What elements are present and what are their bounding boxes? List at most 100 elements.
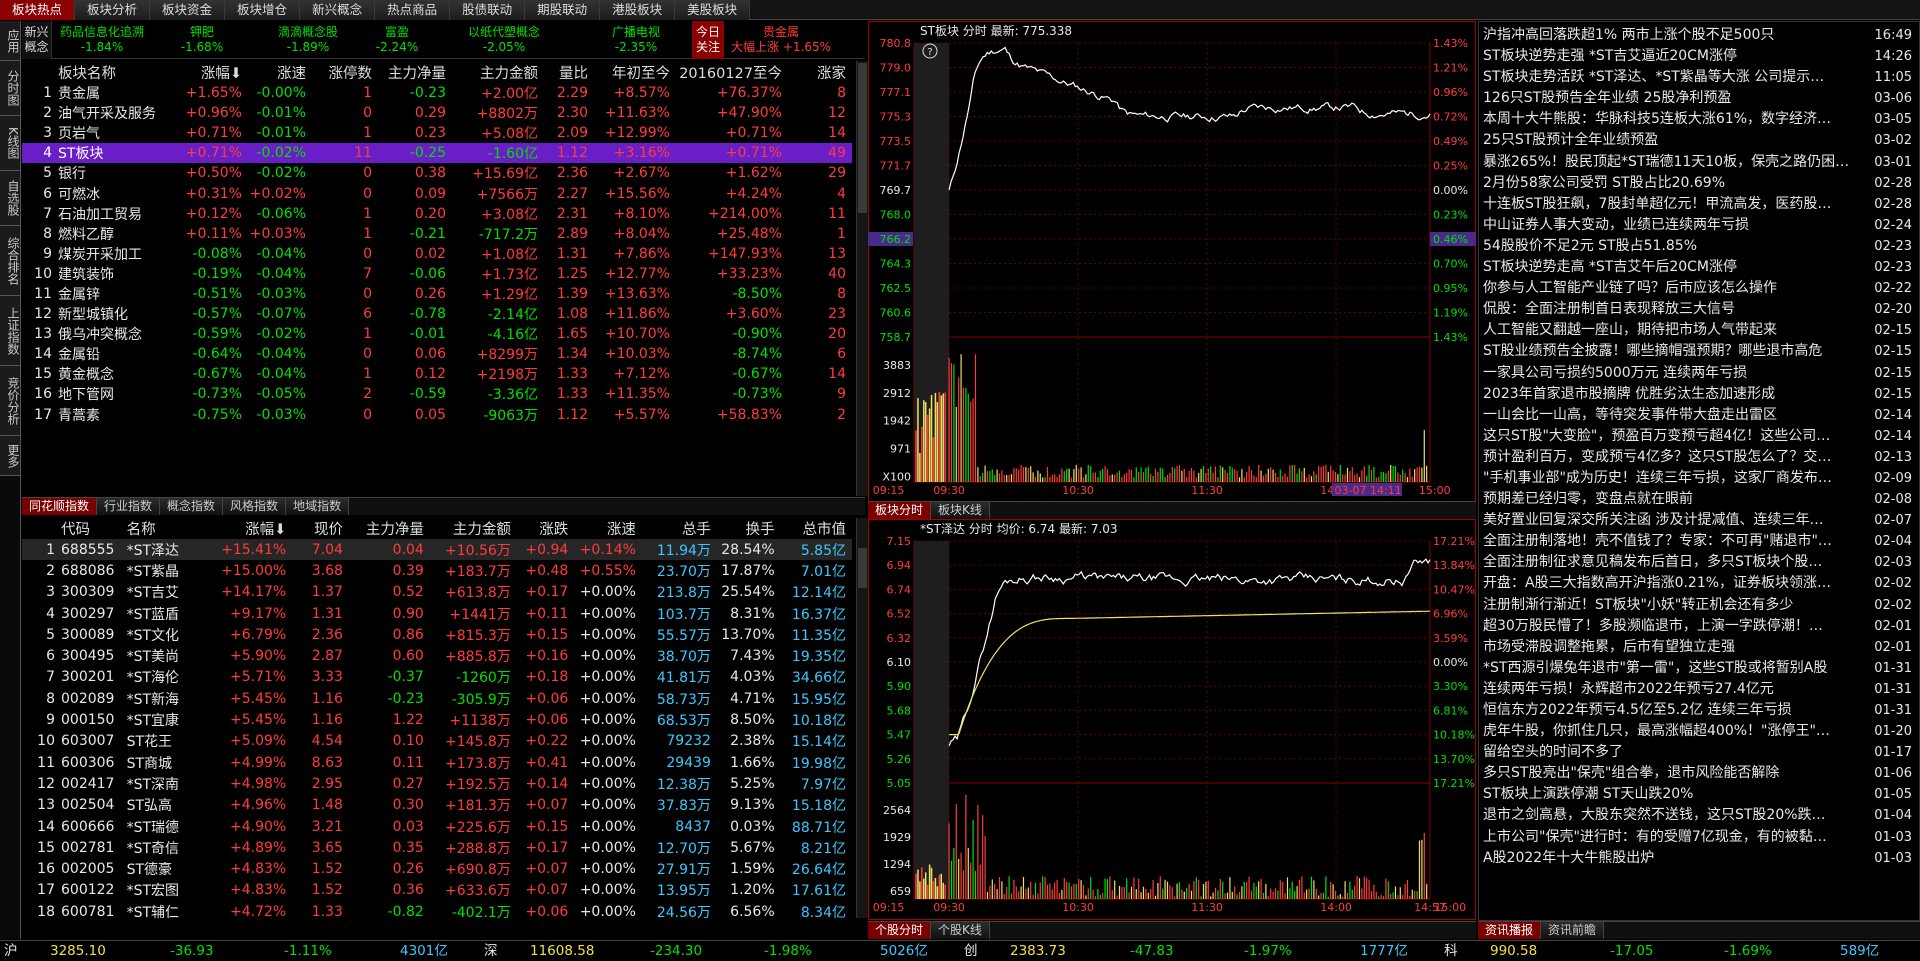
stock-col-10[interactable]: 换手 bbox=[717, 518, 781, 539]
news-item[interactable]: 一家具公司亏损约5000万元 连续两年亏损 02-15 bbox=[1479, 363, 1920, 384]
news-item[interactable]: 恒信东方2022年预亏4.5亿至5.2亿 连续三年亏损 01-31 bbox=[1479, 700, 1920, 721]
news-item[interactable]: "手机事业部"成为历史！连续三年亏损，这家厂商发布… 02-09 bbox=[1479, 468, 1920, 489]
stock-col-5[interactable]: 主力净量 bbox=[349, 518, 430, 539]
plate-row[interactable]: 13 俄乌冲突概念 -0.59% -0.02% 1 -0.01 -4.16亿 1.65 +10.… bbox=[22, 324, 852, 344]
news-item[interactable]: 2月份58家公司受罚 ST股占比20.69% 02-28 bbox=[1479, 173, 1920, 194]
news-item[interactable]: ST板块逆势走高 *ST吉艾午后20CM涨停 02-23 bbox=[1479, 257, 1920, 278]
plate-col-7[interactable]: 量比 bbox=[544, 61, 594, 83]
focus-label[interactable]: 今日关注 bbox=[692, 21, 724, 59]
plate-scrollbar[interactable] bbox=[856, 61, 868, 496]
news-item[interactable]: 2023年首家退市股摘牌 优胜劣汰生态加速形成 02-15 bbox=[1479, 384, 1920, 405]
concept-item[interactable]: 以纸代塑概念 -2.05% bbox=[434, 21, 574, 59]
stock-scrollbar[interactable] bbox=[856, 518, 868, 918]
left-nav-item-3[interactable]: 自选股 bbox=[0, 171, 20, 226]
news-item[interactable]: 本周十大牛熊股：华脉科技5连板大涨61%，数字经济… 03-05 bbox=[1479, 109, 1920, 130]
chart1Tabs-0[interactable]: 板块分时 bbox=[868, 502, 932, 519]
stock-row[interactable]: 1 688555 *ST泽达 +15.41% 7.04 0.04 +10.56万 +0.94 +… bbox=[22, 539, 852, 561]
stock-col-11[interactable]: 总市值 bbox=[781, 518, 852, 539]
news-item[interactable]: ST板块走势活跃 *ST泽达、*ST紫晶等大涨 公司提示… 11:05 bbox=[1479, 67, 1920, 88]
plate-row[interactable]: 5 银行 +0.50% -0.02% 0 0.38 +15.69亿 2.36 +2.67% +1.… bbox=[22, 163, 852, 183]
plate-intraday-chart[interactable]: ST板块 分时 最新: 775.338 780.8 1.43% 779.0 1.21% 7… bbox=[868, 21, 1476, 502]
news-item[interactable]: 多只ST股亮出"保壳"组合拳，退市风险能否解除 01-06 bbox=[1479, 763, 1920, 784]
stock-col-8[interactable]: 涨速 bbox=[574, 518, 642, 539]
top-tab-6[interactable]: 股债联动 bbox=[450, 0, 526, 20]
news-item[interactable]: 25只ST股预计全年业绩预盈 03-02 bbox=[1479, 130, 1920, 151]
news-item[interactable]: 126只ST股预告全年业绩 25股净利预盈 03-06 bbox=[1479, 88, 1920, 109]
news-item[interactable]: 预期差已经归零，变盘点就在眼前 02-08 bbox=[1479, 489, 1920, 510]
news-item[interactable]: ST股业绩预告全披露！哪些摘帽强预期？哪些退市高危 02-15 bbox=[1479, 341, 1920, 362]
concept-item[interactable]: 滴滴概念股 -1.89% bbox=[258, 21, 358, 59]
news-item[interactable]: A股2022年十大牛熊股出炉 01-03 bbox=[1479, 848, 1920, 869]
index-tab-0[interactable]: 同花顺指数 bbox=[22, 498, 98, 515]
top-tab-5[interactable]: 热点商品 bbox=[375, 0, 451, 20]
index-tab-3[interactable]: 风格指数 bbox=[223, 498, 287, 515]
plate-col-5[interactable]: 主力净量 bbox=[378, 61, 452, 83]
stock-col-9[interactable]: 总手 bbox=[642, 518, 717, 539]
top-tab-4[interactable]: 新兴概念 bbox=[300, 0, 376, 20]
plate-row[interactable]: 7 石油加工贸易 +0.12% -0.06% 1 0.20 +3.08亿 2.31 +8.10%… bbox=[22, 204, 852, 224]
plate-row[interactable]: 2 油气开采及服务 +0.96% -0.01% 0 0.29 +8802万 2.30 +11.6… bbox=[22, 103, 852, 123]
news-item[interactable]: 开盘：A股三大指数高开沪指涨0.21%，证券板块领涨… 02-02 bbox=[1479, 573, 1920, 594]
plate-col-2[interactable]: 涨幅⬇ bbox=[168, 61, 248, 83]
news-item[interactable]: 虎年牛股，你抓住几只，最高涨幅超400%！"涨停王"… 01-20 bbox=[1479, 721, 1920, 742]
top-tab-2[interactable]: 板块资金 bbox=[150, 0, 226, 20]
left-nav-item-5[interactable]: 上证指数 bbox=[0, 296, 20, 366]
news-item[interactable]: 十连板ST股狂飙，7股封单超亿元！甲流高发，医药股… 02-28 bbox=[1479, 194, 1920, 215]
stock-col-6[interactable]: 主力金额 bbox=[430, 518, 517, 539]
news-item[interactable]: 留给空头的时间不多了 01-17 bbox=[1479, 742, 1920, 763]
plate-row[interactable]: 4 ST板块 +0.71% -0.02% 11 -0.25 -1.60亿 1.12 +3.16%… bbox=[22, 143, 852, 164]
plate-row[interactable]: 15 黄金概念 -0.67% -0.04% 1 0.12 +2198万 1.33 +7.12% -… bbox=[22, 364, 852, 384]
stock-row[interactable]: 6 300495 *ST美尚 +5.90% 2.87 0.60 +885.8万 +0.16 +0… bbox=[22, 645, 852, 666]
stock-row[interactable]: 15 002781 *ST奇信 +4.89% 3.65 0.35 +288.8万 +0.17 +… bbox=[22, 837, 852, 858]
left-nav-item-7[interactable]: 更多 bbox=[0, 436, 20, 476]
stock-row[interactable]: 4 300297 *ST蓝盾 +9.17% 1.31 0.90 +1441万 +0.11 +0.… bbox=[22, 603, 852, 624]
news-item[interactable]: 这只ST股"大变脸"，预盈百万变预亏超4亿！这些公司… 02-14 bbox=[1479, 426, 1920, 447]
news-item[interactable]: 全面注册制落地！壳不值钱了？专家：不可再"赌退市"… 02-04 bbox=[1479, 531, 1920, 552]
news-item[interactable]: 中山证券人事大变动，业绩已连续两年亏损 02-24 bbox=[1479, 215, 1920, 236]
news-item[interactable]: 沪指冲高回落跌超1% 两市上涨个股不足500只 16:49 bbox=[1479, 25, 1920, 46]
top-tab-9[interactable]: 美股板块 bbox=[675, 0, 751, 20]
stock-row[interactable]: 3 300309 *ST吉艾 +14.17% 1.37 0.52 +613.8万 +0.17 +… bbox=[22, 582, 852, 603]
news-item[interactable]: ST板块上演跌停潮 ST天山跌20% 01-05 bbox=[1479, 784, 1920, 805]
plate-row[interactable]: 11 金属锌 -0.51% -0.03% 0 0.26 +1.29亿 1.39 +13.63% -… bbox=[22, 284, 852, 304]
plate-col-10[interactable]: 涨家 bbox=[788, 61, 852, 83]
concept-item[interactable]: 广播电视 -2.35% bbox=[582, 21, 690, 59]
plate-row[interactable]: 12 新型城镇化 -0.57% -0.07% 6 -0.78 -2.14亿 1.08 +11.8… bbox=[22, 304, 852, 324]
left-nav-item-0[interactable]: 应用 bbox=[0, 21, 20, 61]
stock-col-0[interactable] bbox=[22, 518, 61, 539]
stock-row[interactable]: 9 000150 *ST宜康 +5.45% 1.16 1.22 +1138万 +0.06 +0.… bbox=[22, 709, 852, 730]
news-item[interactable]: ST板块逆势走强 *ST吉艾逼近20CM涨停 14:26 bbox=[1479, 46, 1920, 67]
newsTabs-1[interactable]: 资讯前瞻 bbox=[1541, 922, 1605, 939]
left-nav-item-4[interactable]: 综合排名 bbox=[0, 226, 20, 296]
plate-col-1[interactable]: 板块名称 bbox=[58, 61, 168, 83]
news-item[interactable]: 预计盈利百万，变成预亏4亿多？这只ST股怎么了？交… 02-13 bbox=[1479, 447, 1920, 468]
plate-row[interactable]: 16 地下管网 -0.73% -0.05% 2 -0.59 -3.36亿 1.33 +11.35… bbox=[22, 384, 852, 404]
plate-row[interactable]: 8 燃料乙醇 +0.11% +0.03% 1 -0.21 -717.2万 2.89 +8.04%… bbox=[22, 224, 852, 244]
plate-row[interactable]: 6 可燃冰 +0.31% +0.02% 0 0.09 +7566万 2.27 +15.56% +4… bbox=[22, 183, 852, 203]
focus-item[interactable]: 贵金属 大幅上涨 +1.65% bbox=[726, 21, 836, 59]
plate-col-4[interactable]: 涨停数 bbox=[312, 61, 378, 83]
stock-row[interactable]: 5 300089 *ST文化 +6.79% 2.36 0.86 +815.3万 +0.15 +0… bbox=[22, 624, 852, 645]
concept-item[interactable]: 钾肥 -1.68% bbox=[152, 21, 252, 59]
news-item[interactable]: 退市之剑高悬，大股东突然不送钱，这只ST股20%跌… 01-04 bbox=[1479, 805, 1920, 826]
top-tab-7[interactable]: 期股联动 bbox=[525, 0, 601, 20]
stock-row[interactable]: 2 688086 *ST紫晶 +15.00% 3.68 0.39 +183.7万 +0.48 +… bbox=[22, 560, 852, 581]
newsTabs-0[interactable]: 资讯播报 bbox=[1478, 922, 1542, 939]
plate-row[interactable]: 17 青蒿素 -0.75% -0.03% 0 0.05 -9063万 1.12 +5.57% +5… bbox=[22, 405, 852, 425]
news-item[interactable]: 上市公司"保壳"进行时：有的受赠7亿现金，有的被黏… 01-03 bbox=[1479, 827, 1920, 848]
index-tab-2[interactable]: 概念指数 bbox=[160, 498, 224, 515]
stock-row[interactable]: 7 300201 *ST海伦 +5.71% 3.33 -0.37 -1260万 +0.18 +0… bbox=[22, 667, 852, 688]
stock-col-7[interactable]: 涨跌 bbox=[517, 518, 574, 539]
plate-row[interactable]: 1 贵金属 +1.65% -0.00% 1 -0.23 +2.00亿 2.29 +8.57% +7… bbox=[22, 83, 852, 103]
plate-col-0[interactable] bbox=[22, 61, 58, 83]
chart2Tabs-0[interactable]: 个股分时 bbox=[868, 922, 932, 939]
stock-row[interactable]: 13 002504 ST弘高 +4.96% 1.48 0.30 +181.3万 +0.07 +0… bbox=[22, 795, 852, 816]
news-item[interactable]: 连续两年亏损！永辉超市2022年预亏27.4亿元 01-31 bbox=[1479, 679, 1920, 700]
news-item[interactable]: 美好置业回复深交所关注函 涉及计提减值、连续三年… 02-07 bbox=[1479, 510, 1920, 531]
news-item[interactable]: 超30万股民懵了！多股濒临退市，上演一字跌停潮！… 02-01 bbox=[1479, 616, 1920, 637]
stock-row[interactable]: 10 603007 ST花王 +5.09% 4.54 0.10 +145.8万 +0.22 +0… bbox=[22, 731, 852, 752]
left-nav-item-6[interactable]: 竞价分析 bbox=[0, 366, 20, 436]
concept-item[interactable]: 富盈 -2.24% bbox=[362, 21, 432, 59]
index-tab-1[interactable]: 行业指数 bbox=[97, 498, 161, 515]
news-item[interactable]: 侃股：全面注册制首日表现释放三大信号 02-20 bbox=[1479, 299, 1920, 320]
